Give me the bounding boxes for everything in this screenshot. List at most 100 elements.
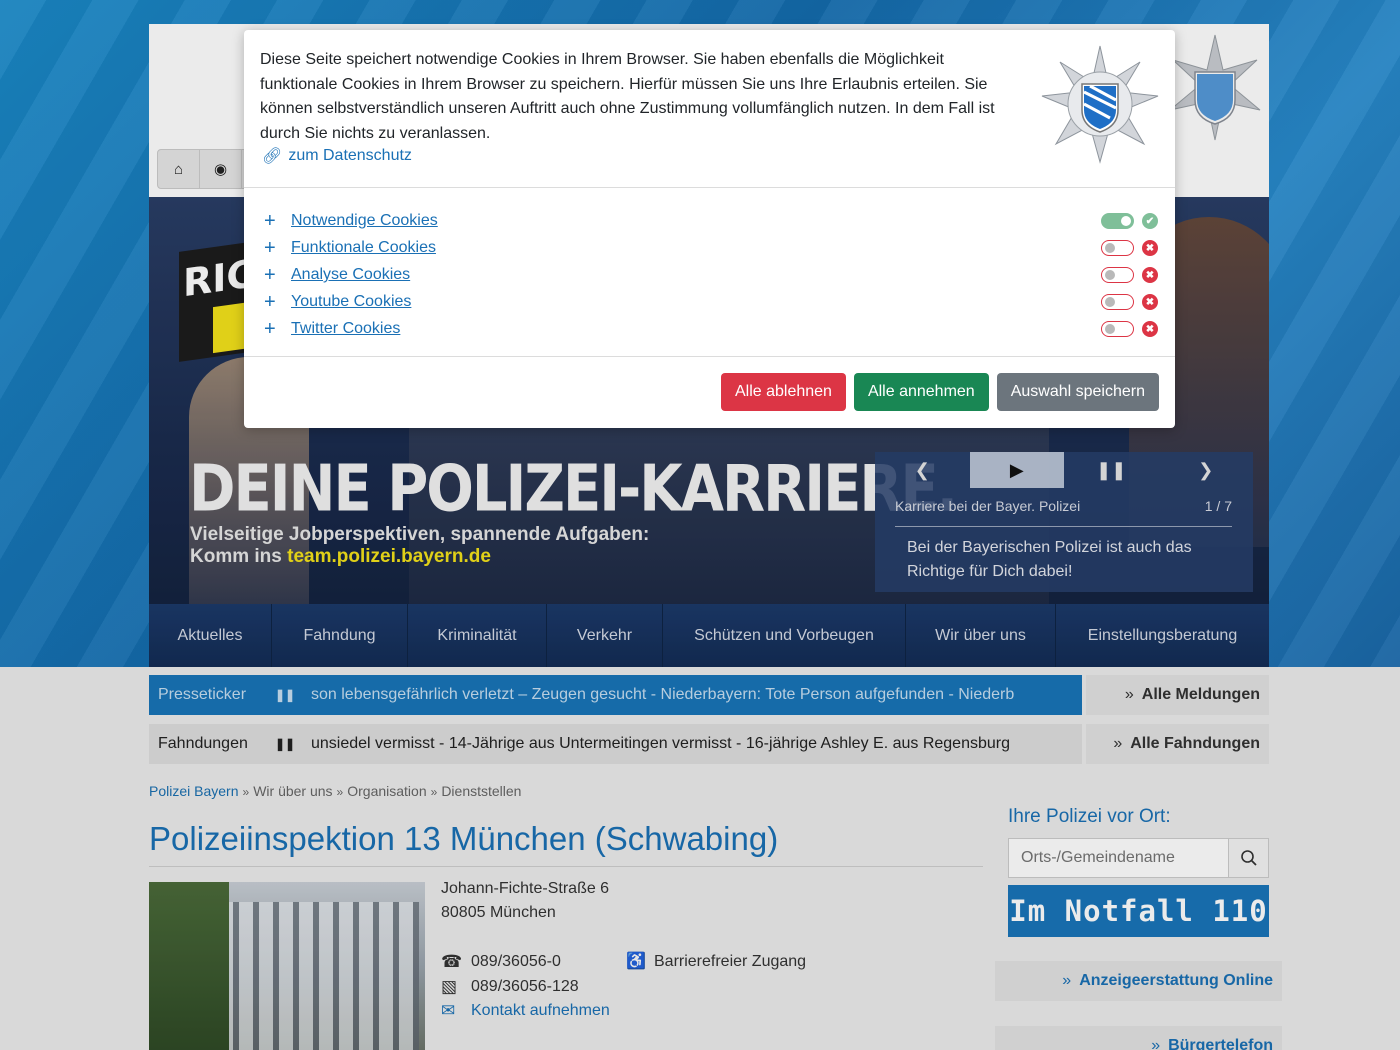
- breadcrumb-item[interactable]: Wir über uns: [253, 783, 332, 799]
- expand-plus-icon[interactable]: +: [264, 210, 291, 233]
- phone-icon: ☎: [441, 952, 463, 971]
- slider-caption: Karriere bei der Bayer. Polizei: [895, 498, 1081, 514]
- search-ticker-pause-icon[interactable]: ❚❚: [259, 737, 311, 751]
- search-icon: [1240, 850, 1257, 866]
- wheelchair-icon: ♿: [626, 953, 646, 970]
- cross-circle-icon: ✖: [1142, 240, 1158, 256]
- language-icon[interactable]: ◉: [200, 150, 242, 188]
- slider-counter: 1 / 7: [1204, 498, 1232, 514]
- cookie-category-name[interactable]: Youtube Cookies: [291, 293, 1101, 311]
- cookie-dialog-header: Diese Seite speichert notwendige Cookies…: [244, 30, 1175, 188]
- online-report-link[interactable]: » Anzeigeerstattung Online: [995, 961, 1282, 1001]
- contact-phone[interactable]: 089/36056-0: [471, 950, 561, 975]
- main-navigation: Aktuelles Fahndung Kriminalität Verkehr Schü…: [149, 604, 1269, 667]
- cookie-category-name[interactable]: Funktionale Cookies: [291, 239, 1101, 257]
- slider-meta: Karriere bei der Bayer. Polizei 1 / 7: [895, 498, 1232, 527]
- breadcrumb-item-home[interactable]: Polizei Bayern: [149, 783, 239, 799]
- all-reports-label: Alle Meldungen: [1141, 686, 1260, 703]
- municipality-search-input[interactable]: [1009, 839, 1228, 877]
- nav-item-einstellungsberatung[interactable]: Einstellungsberatung: [1056, 604, 1269, 667]
- contact-fax-row: ▧ 089/36056-128: [441, 975, 610, 1000]
- cookie-category-toggle[interactable]: [1101, 240, 1134, 256]
- all-reports-button[interactable]: » Alle Meldungen: [1086, 675, 1269, 715]
- nav-item-verkehr[interactable]: Verkehr: [547, 604, 663, 667]
- slider-next-icon[interactable]: ❯: [1159, 452, 1254, 488]
- slider-pause-icon[interactable]: ❚❚: [1064, 452, 1159, 488]
- breadcrumb: Polizei Bayern» Wir über uns» Organisation…: [149, 783, 521, 799]
- station-address: Johann-Fichte-Straße 6 80805 München: [441, 877, 609, 925]
- citizen-phone-link[interactable]: » Bürgertelefon: [995, 1026, 1282, 1050]
- chevrons-right-icon: »: [1062, 972, 1072, 989]
- slider-prev-icon[interactable]: ❮: [875, 452, 970, 488]
- slider-play-icon[interactable]: ▶: [969, 452, 1064, 488]
- cross-circle-icon: ✖: [1142, 294, 1158, 310]
- search-ticker-label: Fahndungen: [158, 735, 248, 752]
- expand-plus-icon[interactable]: +: [264, 237, 291, 260]
- station-photo: [149, 882, 425, 1050]
- nav-item-schützen-und-vorbeugen[interactable]: Schützen und Vorbeugen: [663, 604, 906, 667]
- cookie-category-row: + Youtube Cookies ✖: [264, 290, 1158, 314]
- search-ticker-text[interactable]: unsiedel vermisst - 14-Jährige aus Unter…: [311, 735, 1082, 753]
- breadcrumb-separator-icon: »: [430, 785, 438, 799]
- slider-text[interactable]: Bei der Bayerischen Polizei ist auch das…: [907, 536, 1227, 584]
- cross-circle-icon: ✖: [1142, 267, 1158, 283]
- breadcrumb-separator-icon: »: [336, 785, 344, 799]
- cookie-category-toggle[interactable]: [1101, 294, 1134, 310]
- cookie-category-row: + Funktionale Cookies ✖: [264, 236, 1158, 260]
- address-city: 80805 München: [441, 904, 556, 921]
- cookie-category-name[interactable]: Analyse Cookies: [291, 266, 1101, 284]
- cookie-category-row: + Twitter Cookies ✖: [264, 317, 1158, 341]
- privacy-link[interactable]: 🔗︎ zum Datenschutz: [262, 146, 412, 166]
- expand-plus-icon[interactable]: +: [264, 318, 291, 341]
- accessibility-info: ♿ Barrierefreier Zugang: [626, 950, 806, 974]
- station-contact: ☎ 089/36056-0 ▧ 089/36056-128 ✉ Kontakt auf…: [441, 950, 610, 1024]
- check-circle-icon: ✔: [1142, 213, 1158, 229]
- address-street: Johann-Fichte-Straße 6: [441, 880, 610, 897]
- press-ticker-text[interactable]: son lebensgefährlich verletzt – Zeugen g…: [311, 686, 1082, 704]
- expand-plus-icon[interactable]: +: [264, 291, 291, 314]
- cookie-consent-dialog: Diese Seite speichert notwendige Cookies…: [244, 30, 1175, 428]
- nav-item-wir-über-uns[interactable]: Wir über uns: [906, 604, 1056, 667]
- press-ticker-pause-icon[interactable]: ❚❚: [259, 688, 311, 702]
- breadcrumb-separator-icon: »: [242, 785, 250, 799]
- expand-plus-icon[interactable]: +: [264, 264, 291, 287]
- chevrons-right-icon: »: [1113, 735, 1123, 752]
- contact-mail-row[interactable]: ✉ Kontakt aufnehmen: [441, 999, 610, 1024]
- page-title: Polizeiinspektion 13 München (Schwabing): [149, 820, 779, 857]
- chevrons-right-icon: »: [1151, 1037, 1161, 1050]
- local-police-search: [1008, 838, 1269, 878]
- cookie-dialog-actions: Alle ablehnen Alle annehmen Auswahl spei…: [720, 373, 1159, 411]
- hero-subline: Vielseitige Jobperspektiven, spannende A…: [190, 524, 649, 568]
- cookie-category-name[interactable]: Notwendige Cookies: [291, 212, 1101, 230]
- header-toolbar: ⌂ ◉: [157, 149, 247, 189]
- mail-icon: ✉: [441, 1001, 456, 1020]
- cookie-category-toggle[interactable]: [1101, 213, 1134, 229]
- privacy-link-label: zum Datenschutz: [288, 147, 412, 164]
- nav-item-kriminalität[interactable]: Kriminalität: [408, 604, 547, 667]
- toggle-knob: [1121, 216, 1131, 226]
- cookie-category-toggle[interactable]: [1101, 321, 1134, 337]
- contact-mail-link[interactable]: Kontakt aufnehmen: [471, 999, 610, 1024]
- fax-icon: ▧: [441, 976, 458, 996]
- contact-fax: 089/36056-128: [471, 977, 579, 995]
- breadcrumb-item[interactable]: Organisation: [347, 783, 426, 799]
- hero-subline-1: Vielseitige Jobperspektiven, spannende A…: [190, 524, 650, 545]
- hero-headline: DEINE POLIZEI-KARRIERE.: [189, 452, 958, 527]
- cookie-category-toggle[interactable]: [1101, 267, 1134, 283]
- cookie-category-name[interactable]: Twitter Cookies: [291, 320, 1101, 338]
- home-icon[interactable]: ⌂: [158, 150, 200, 188]
- hero-subline-2: Komm ins team.polizei.bayern.de: [190, 546, 649, 568]
- citizen-phone-label: Bürgertelefon: [1168, 1037, 1273, 1050]
- nav-item-aktuelles[interactable]: Aktuelles: [149, 604, 272, 667]
- search-button[interactable]: [1228, 839, 1268, 877]
- nav-item-fahndung[interactable]: Fahndung: [272, 604, 408, 667]
- save-selection-button[interactable]: Auswahl speichern: [996, 373, 1159, 411]
- accessibility-text: Barrierefreier Zugang: [654, 953, 807, 970]
- cookie-category-list: + Notwendige Cookies ✔ + Funktionale Cookies…: [244, 189, 1175, 357]
- all-searches-button[interactable]: » Alle Fahndungen: [1086, 724, 1269, 764]
- accept-all-button[interactable]: Alle annehmen: [853, 373, 989, 411]
- emergency-110-banner[interactable]: Im Notfall 110: [1008, 885, 1269, 937]
- reject-all-button[interactable]: Alle ablehnen: [720, 373, 846, 411]
- police-star-logo[interactable]: [1165, 30, 1265, 150]
- title-divider: [149, 866, 983, 867]
